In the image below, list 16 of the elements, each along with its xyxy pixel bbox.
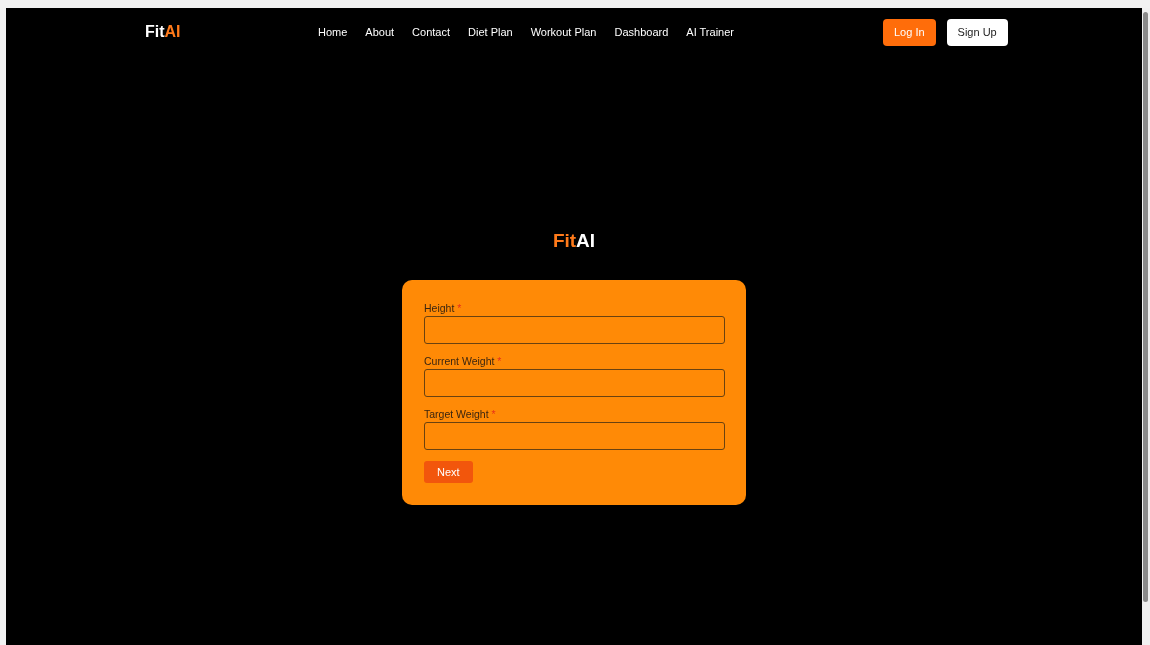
input-field[interactable]	[424, 316, 725, 344]
nav-link[interactable]: Dashboard	[614, 26, 669, 38]
input-field[interactable]	[424, 422, 725, 450]
input-field[interactable]	[424, 369, 725, 397]
form-title: FitAI	[552, 230, 596, 252]
signup-button[interactable]: Sign Up	[946, 18, 1008, 46]
nav-link[interactable]: About	[365, 26, 395, 38]
nav-link[interactable]: AI Trainer	[686, 26, 734, 38]
nav-link[interactable]: Contact	[412, 26, 450, 38]
nav-link[interactable]: Home	[318, 26, 348, 38]
nav-link[interactable]: Diet Plan	[468, 26, 513, 38]
field-label: Target Weight *	[424, 408, 497, 420]
field-label: Height *	[424, 302, 463, 314]
logo[interactable]: FitAI	[145, 23, 318, 41]
field-label: Current Weight *	[424, 355, 503, 367]
nav-link[interactable]: Workout Plan	[530, 26, 597, 38]
